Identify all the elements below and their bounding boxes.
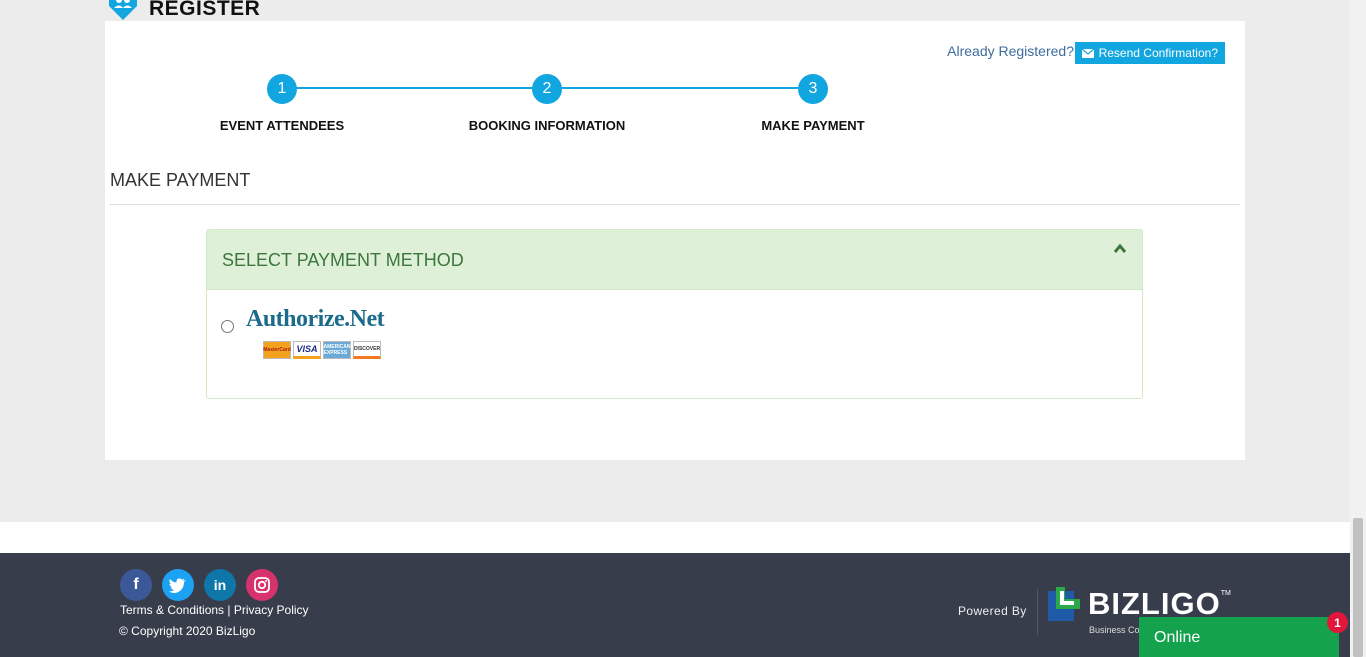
step-event-attendees[interactable]: 1 EVENT ATTENDEES xyxy=(182,74,382,133)
facebook-icon[interactable]: f xyxy=(120,569,152,601)
scrollbar-thumb[interactable] xyxy=(1353,518,1363,657)
register-icon xyxy=(106,0,140,20)
step-number: 2 xyxy=(532,74,562,104)
payment-method-panel: SELECT PAYMENT METHOD Authorize.Net Mast… xyxy=(206,229,1143,399)
social-links: f in xyxy=(120,569,278,601)
envelope-icon xyxy=(1081,48,1094,58)
chevron-up-icon[interactable] xyxy=(1113,242,1127,256)
step-label: EVENT ATTENDEES xyxy=(219,118,345,133)
authorize-net-radio[interactable] xyxy=(221,320,234,333)
copyright: © Copyright 2020 BizLigo xyxy=(119,624,256,638)
section-divider xyxy=(110,204,1240,205)
mastercard-icon: MasterCard xyxy=(263,341,291,359)
authorize-net-logo[interactable]: Authorize.Net xyxy=(246,306,385,333)
bizligo-wordmark: BIZLIGO xyxy=(1088,586,1221,621)
step-label: MAKE PAYMENT xyxy=(761,118,865,133)
footer-links: Terms & Conditions | Privacy Policy xyxy=(120,603,309,617)
step-label: BOOKING INFORMATION xyxy=(468,118,626,133)
trademark: TM xyxy=(1220,590,1231,597)
card-brands: MasterCard VISA AMERICAN EXPRESS DISCOVE… xyxy=(263,341,381,359)
already-registered-link[interactable]: Already Registered? xyxy=(947,43,1074,59)
chat-notification-badge: 1 xyxy=(1327,612,1348,633)
registration-card: Already Registered? Resend Confirmation?… xyxy=(105,21,1245,460)
footer-separator: | xyxy=(227,603,231,617)
resend-confirmation-button[interactable]: Resend Confirmation? xyxy=(1074,42,1225,64)
bizligo-logo[interactable]: BIZLIGO TM xyxy=(1048,587,1231,621)
panel-title: SELECT PAYMENT METHOD xyxy=(222,250,464,270)
terms-link[interactable]: Terms & Conditions xyxy=(120,603,224,617)
panel-header[interactable]: SELECT PAYMENT METHOD xyxy=(207,230,1142,290)
privacy-link[interactable]: Privacy Policy xyxy=(234,603,309,617)
step-booking-information[interactable]: 2 BOOKING INFORMATION xyxy=(447,74,647,133)
discover-icon: DISCOVER xyxy=(353,341,381,359)
footer-spacer xyxy=(0,522,1350,553)
powered-by-label: Powered By xyxy=(958,604,1027,618)
instagram-icon[interactable] xyxy=(246,569,278,601)
page-title: REGISTER xyxy=(149,0,261,20)
step-make-payment[interactable]: 3 MAKE PAYMENT xyxy=(713,74,913,133)
page-header: REGISTER xyxy=(106,0,260,20)
visa-icon: VISA xyxy=(293,341,321,359)
linkedin-icon[interactable]: in xyxy=(204,569,236,601)
scrollbar[interactable] xyxy=(1350,0,1366,657)
section-title: MAKE PAYMENT xyxy=(110,170,251,190)
step-number: 1 xyxy=(267,74,297,104)
bizligo-mark-icon xyxy=(1048,587,1080,621)
amex-icon: AMERICAN EXPRESS xyxy=(323,341,351,359)
resend-confirmation-label: Resend Confirmation? xyxy=(1098,46,1218,60)
bizligo-tagline: Business Co xyxy=(1089,625,1140,635)
step-number: 3 xyxy=(798,74,828,104)
twitter-icon[interactable] xyxy=(162,569,194,601)
footer-divider xyxy=(1037,589,1038,635)
chat-widget[interactable]: Online xyxy=(1139,617,1339,657)
